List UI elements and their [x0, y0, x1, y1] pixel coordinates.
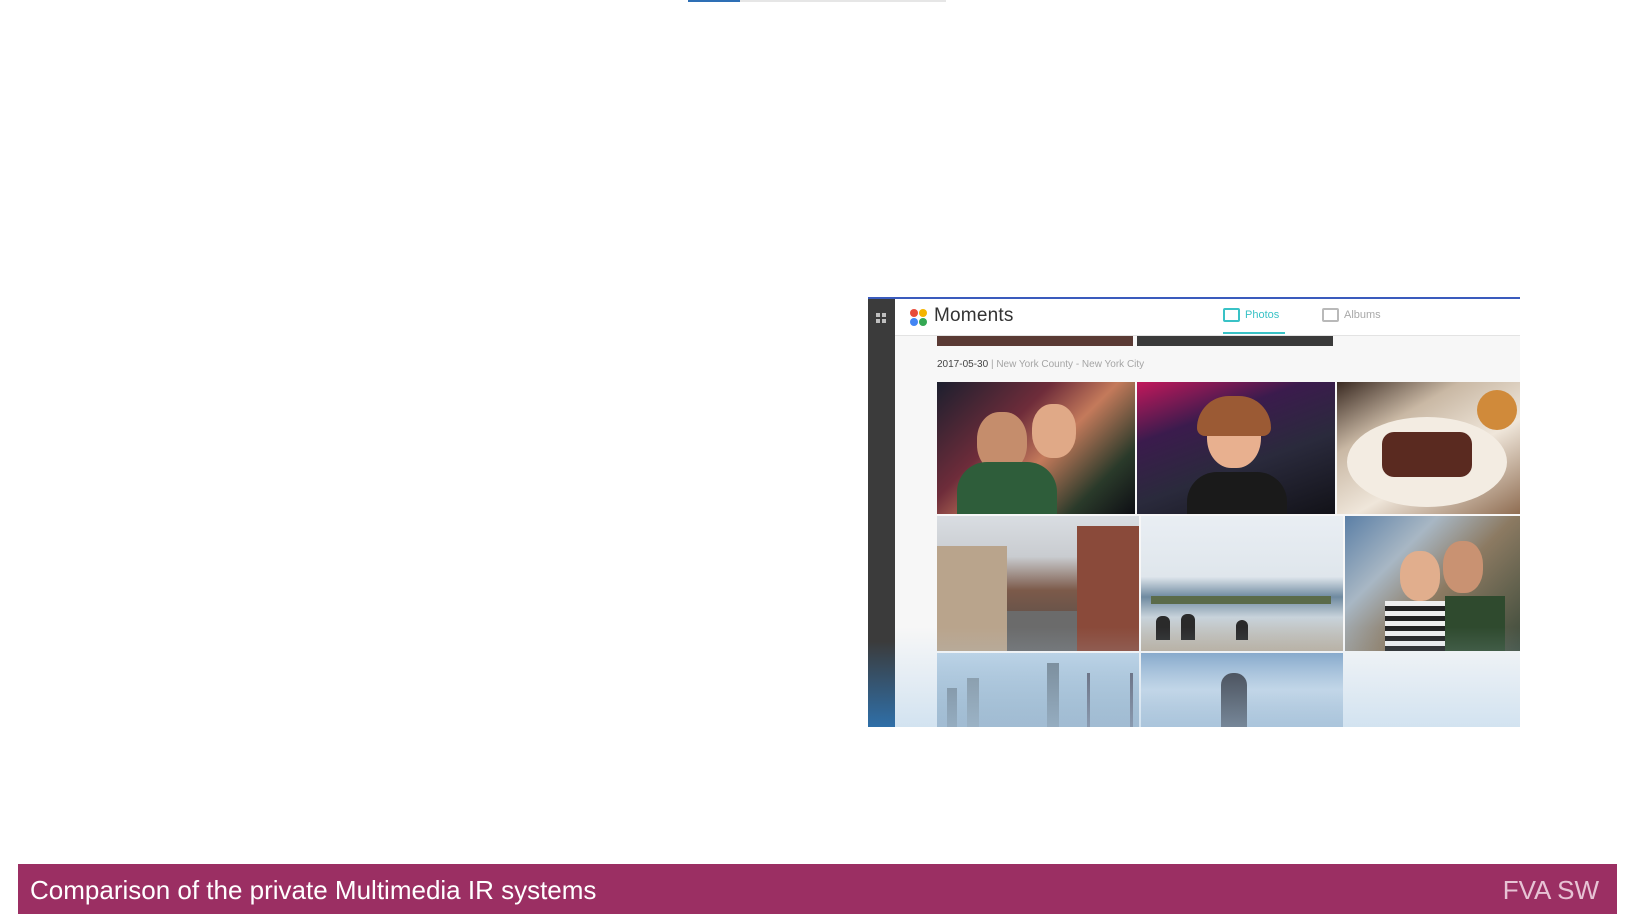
photo-thumbnail[interactable]: [1345, 516, 1520, 651]
tab-albums-label: Albums: [1344, 309, 1381, 321]
apps-grid-icon[interactable]: [876, 313, 887, 324]
side-rail: [868, 299, 895, 727]
footer-title: Comparison of the private Multimedia IR …: [30, 875, 597, 905]
date-header: 2017-05-30 | New York County - New York …: [937, 359, 1145, 370]
moments-logo-icon: [910, 309, 928, 327]
photo-thumbnail[interactable]: [1137, 336, 1333, 346]
app-header: Moments Photos Albums: [895, 299, 1520, 336]
photo-icon: [1223, 308, 1240, 322]
active-tab-indicator: [1223, 332, 1285, 334]
album-icon: [1322, 308, 1339, 322]
photo-thumbnail[interactable]: [937, 336, 1133, 346]
photo-thumbnail[interactable]: [1141, 516, 1343, 651]
photo-thumbnail[interactable]: [1337, 382, 1520, 514]
photo-thumbnail[interactable]: [937, 382, 1135, 514]
tab-photos-label: Photos: [1245, 309, 1280, 321]
tab-photos[interactable]: Photos: [1223, 308, 1279, 322]
photo-thumbnail[interactable]: [1141, 653, 1343, 727]
footer-label: FVA SW: [1502, 875, 1599, 905]
location-label: New York County - New York City: [996, 359, 1145, 370]
tab-albums[interactable]: Albums: [1322, 308, 1381, 322]
slide-footer: Comparison of the private Multimedia IR …: [18, 864, 1617, 914]
moments-app-screenshot: Moments Photos Albums 2017-05-30 | New Y…: [868, 297, 1520, 727]
photo-thumbnail[interactable]: [1137, 382, 1335, 514]
top-divider-accent: [688, 0, 740, 2]
app-title: Moments: [934, 305, 1014, 326]
photo-thumbnail[interactable]: [937, 516, 1139, 651]
photo-thumbnail[interactable]: [937, 653, 1139, 727]
date-label: 2017-05-30: [937, 359, 989, 370]
